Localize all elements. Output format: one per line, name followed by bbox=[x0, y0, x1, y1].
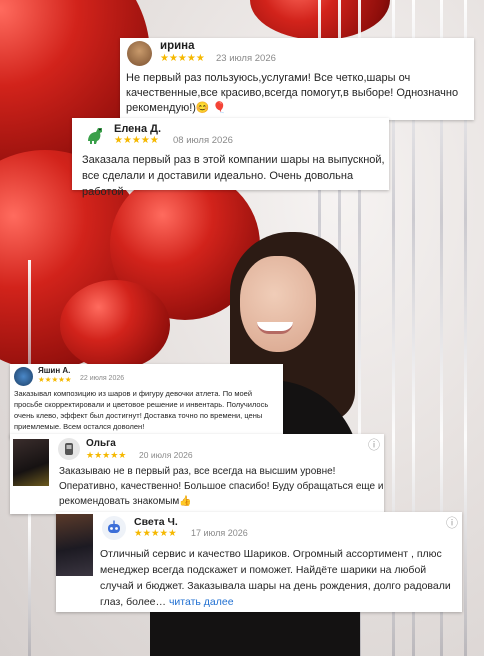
review-date: 17 июля 2026 bbox=[191, 528, 248, 538]
avatar bbox=[58, 438, 80, 460]
info-icon[interactable]: ⓘ bbox=[368, 436, 380, 453]
review-text: Отличный сервис и качество Шариков. Огро… bbox=[100, 546, 460, 610]
review-text: Не первый раз пользуюсь,услугами! Все че… bbox=[126, 72, 459, 114]
info-icon[interactable]: ⓘ bbox=[446, 514, 458, 531]
review-text-body: Отличный сервис и качество Шариков. Огро… bbox=[100, 548, 451, 608]
avatar bbox=[14, 367, 33, 386]
review-text: Заказала первый раз в этой компании шары… bbox=[82, 154, 385, 198]
avatar bbox=[127, 41, 152, 66]
review-card[interactable]: Ольга ★★★★★ 20 июля 2026 ⓘ Заказываю не … bbox=[10, 434, 384, 514]
rating-stars: ★★★★★ bbox=[38, 375, 72, 384]
red-balloon bbox=[60, 280, 170, 370]
review-card[interactable]: ирина ★★★★★ 23 июля 2026 Не первый раз п… bbox=[120, 38, 474, 120]
review-card[interactable]: Яшин А. ★★★★★ 22 июля 2026 Заказывал ком… bbox=[10, 364, 283, 438]
read-more-link[interactable]: читать далее bbox=[169, 596, 234, 608]
rating-stars: ★★★★★ bbox=[86, 450, 127, 460]
review-date: 22 июля 2026 bbox=[80, 375, 125, 382]
review-date: 23 июля 2026 bbox=[216, 53, 276, 64]
reviewer-name: Ольга bbox=[86, 438, 116, 449]
reviewer-name: ирина bbox=[160, 40, 195, 52]
rating-stars: ★★★★★ bbox=[134, 528, 177, 539]
reviewer-name: Елена Д. bbox=[114, 123, 162, 135]
reviewer-name: Света Ч. bbox=[134, 516, 178, 528]
dinosaur-avatar-icon bbox=[84, 124, 106, 146]
rating-stars: ★★★★★ bbox=[114, 135, 159, 146]
robot-avatar-icon bbox=[102, 516, 126, 540]
review-photo[interactable] bbox=[56, 514, 93, 576]
review-text: Заказывал композицию из шаров и фигуру д… bbox=[14, 389, 269, 431]
review-date: 08 июля 2026 bbox=[173, 135, 233, 146]
woman-face bbox=[240, 256, 316, 352]
review-card[interactable]: Елена Д. ★★★★★ 08 июля 2026 Заказала пер… bbox=[72, 118, 389, 198]
reviewer-name: Яшин А. bbox=[38, 366, 71, 375]
review-photo[interactable] bbox=[13, 439, 49, 486]
rating-stars: ★★★★★ bbox=[160, 53, 205, 64]
review-date: 20 июля 2026 bbox=[139, 450, 193, 460]
review-card[interactable]: Света Ч. ★★★★★ 17 июля 2026 ⓘ Отличный с… bbox=[56, 512, 462, 612]
review-text: Заказываю не в первый раз, все всегда на… bbox=[59, 466, 384, 507]
